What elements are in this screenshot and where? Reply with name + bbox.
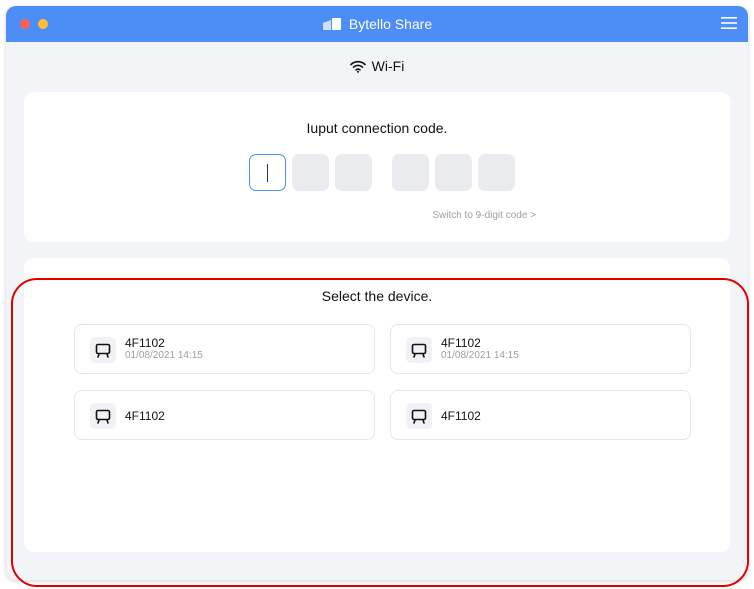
device-date: 01/08/2021 14:15 <box>125 350 203 361</box>
screen-device-icon <box>90 337 116 363</box>
device-name: 4F1102 <box>125 409 165 423</box>
device-date: 01/08/2021 14:15 <box>441 350 519 361</box>
code-digit-5[interactable] <box>435 154 472 191</box>
network-label: Wi-Fi <box>371 58 405 74</box>
title-bar: Bytello Share <box>6 6 748 42</box>
bytello-logo-icon <box>322 18 341 30</box>
device-item[interactable]: 4F1102 01/08/2021 14:15 <box>390 324 691 374</box>
device-item[interactable]: 4F1102 01/08/2021 14:15 <box>74 324 375 374</box>
device-selection-card: Select the device. 4F1102 01/08/2021 14:… <box>24 258 730 552</box>
screen-device-icon <box>406 337 432 363</box>
app-window: Bytello Share Wi-Fi Iuput connection cod… <box>6 6 748 580</box>
device-name: 4F1102 <box>441 336 481 350</box>
app-title: Bytello Share <box>322 16 432 32</box>
code-digit-3[interactable] <box>335 154 372 191</box>
connection-code-input[interactable] <box>249 154 521 191</box>
device-name: 4F1102 <box>441 409 481 423</box>
text-cursor <box>267 164 268 182</box>
code-digit-1[interactable] <box>249 154 286 191</box>
hamburger-menu-icon[interactable] <box>720 15 738 31</box>
wifi-icon <box>349 60 366 73</box>
code-digit-4[interactable] <box>392 154 429 191</box>
code-digit-2[interactable] <box>292 154 329 191</box>
screen-device-icon <box>406 403 432 429</box>
device-selection-title: Select the device. <box>321 288 433 304</box>
app-title-text: Bytello Share <box>348 16 433 32</box>
minimize-window-button[interactable] <box>38 19 48 29</box>
device-item[interactable]: 4F1102 <box>390 390 691 440</box>
close-window-button[interactable] <box>20 19 30 29</box>
window-controls <box>20 19 48 29</box>
code-digit-6[interactable] <box>478 154 515 191</box>
device-item[interactable]: 4F1102 <box>74 390 375 440</box>
connection-code-title: Iuput connection code. <box>306 120 448 136</box>
connection-code-card: Iuput connection code. Switch to 9-digit… <box>24 92 730 242</box>
switch-code-length-link[interactable]: Switch to 9-digit code > <box>432 210 536 221</box>
device-name: 4F1102 <box>125 336 165 350</box>
screen-device-icon <box>90 403 116 429</box>
network-status: Wi-Fi <box>6 58 748 74</box>
